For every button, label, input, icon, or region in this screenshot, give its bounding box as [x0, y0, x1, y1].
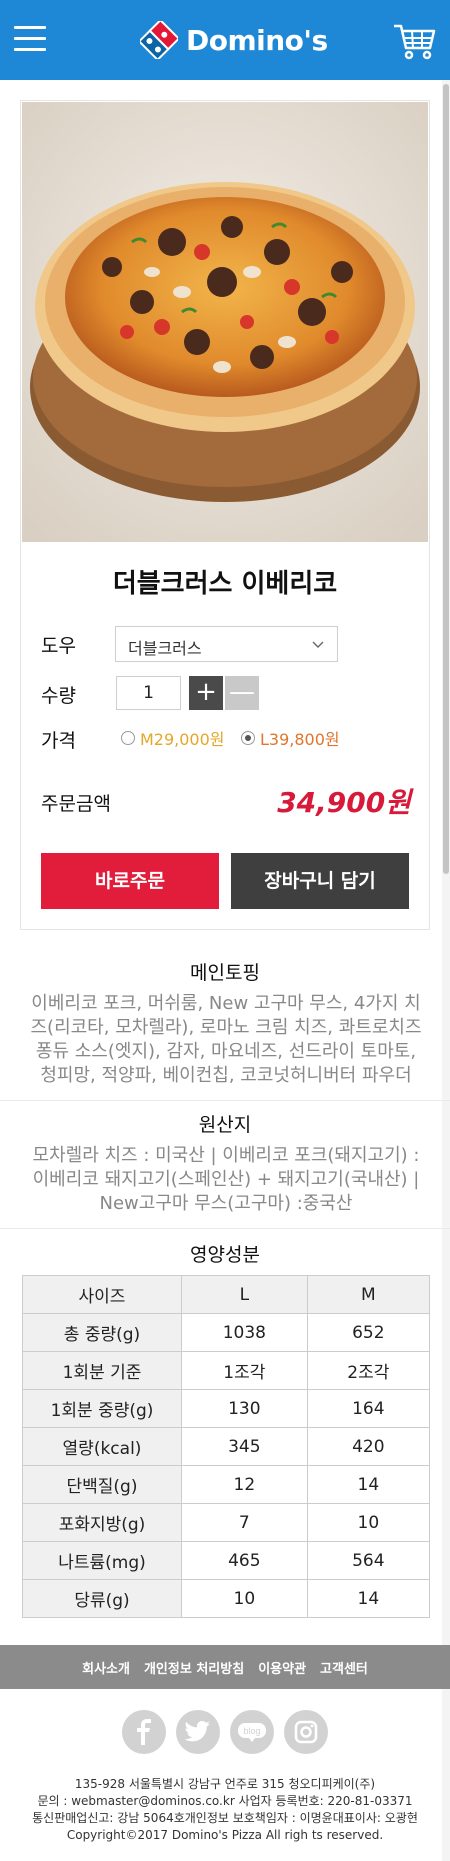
table-header-cell: M: [306, 1275, 431, 1314]
dough-select[interactable]: 더블크러스: [115, 626, 338, 662]
table-row: 나트륨(mg) 465 564: [22, 1541, 431, 1580]
value-cell-l: 465: [181, 1541, 308, 1580]
blog-label: blog: [243, 1726, 260, 1736]
quantity-plus-button[interactable]: +: [189, 676, 223, 710]
footer-link-support[interactable]: 고객센터: [320, 1658, 368, 1677]
twitter-icon[interactable]: [176, 1710, 220, 1754]
product-card: 더블크러스 이베리코 도우 더블크러스 수량 1 + — 가격 M29,000원…: [20, 100, 430, 930]
price-option-l[interactable]: L39,800원: [241, 726, 340, 750]
section-divider: [0, 1100, 450, 1101]
value-cell-m: 164: [306, 1389, 431, 1428]
social-links: blog: [0, 1710, 450, 1754]
nutrition-table: 사이즈 L M 총 중량(g) 1038 652 1회분 기준 1조각 2조각 …: [22, 1275, 431, 1618]
origin-line: New고구마 무스(고구마) :중국산: [99, 1193, 353, 1214]
value-cell-l: 1038: [181, 1313, 308, 1352]
main-topping-line: 청피망, 적양파, 베이컨칩, 코코넛허니버터 파우더: [40, 1065, 412, 1086]
value-cell-m: 564: [306, 1541, 431, 1580]
domino-tile-icon: [140, 21, 178, 59]
origin-line: 이베리코 돼지고기(스페인산) + 돼지고기(국내산) |: [32, 1169, 420, 1190]
value-cell-m: 420: [306, 1427, 431, 1466]
company-registration: 통신판매업신고: 강남 5064호개인정보 보호책임자 : 이명윤대표이사: 오…: [32, 1811, 418, 1825]
price-label: 가격: [41, 730, 76, 752]
row-label-cell: 1회분 기준: [22, 1351, 182, 1390]
main-topping-line: 퐁듀 소스(엣지), 감자, 마요네즈, 선드라이 토마토,: [35, 1041, 417, 1062]
table-row: 포화지방(g) 7 10: [22, 1503, 431, 1542]
value-cell-m: 14: [306, 1465, 431, 1504]
value-cell-m: 652: [306, 1313, 431, 1352]
company-info: 135-928 서울특별시 강남구 언주로 315 청오디피케이(주) 문의 :…: [0, 1776, 450, 1844]
app-header: Domino's: [0, 0, 450, 80]
table-header-cell: 사이즈: [22, 1275, 182, 1314]
row-label-cell: 나트륨(mg): [22, 1541, 182, 1580]
copyright: Copyright©2017 Domino's Pizza All righ t…: [66, 1828, 384, 1842]
dough-label: 도우: [41, 635, 76, 657]
scrollbar-thumb[interactable]: [443, 84, 449, 874]
price-option-m-text: M29,000원: [140, 730, 225, 749]
origin-title: 원산지: [198, 1114, 252, 1136]
price-option-l-text: L39,800원: [260, 730, 340, 749]
row-label-cell: 포화지방(g): [22, 1503, 182, 1542]
value-cell-l: 345: [181, 1427, 308, 1466]
value-cell-l: 130: [181, 1389, 308, 1428]
main-topping-line: 이베리코 포크, 머쉬룸, New 고구마 무스, 4가지 치: [31, 993, 421, 1014]
origin-line: 모차렐라 치즈 : 미국산 | 이베리코 포크(돼지고기) :: [32, 1145, 420, 1166]
blog-icon[interactable]: blog: [230, 1710, 274, 1754]
value-cell-m: 10: [306, 1503, 431, 1542]
add-to-cart-button[interactable]: 장바구니 담기: [231, 853, 409, 909]
radio-l[interactable]: [241, 731, 255, 745]
table-header-row: 사이즈 L M: [22, 1275, 431, 1314]
value-cell-m: 2조각: [306, 1351, 431, 1390]
section-divider: [0, 1228, 450, 1229]
price-option-m[interactable]: M29,000원: [121, 726, 225, 750]
value-cell-l: 12: [181, 1465, 308, 1504]
pizza-photo: [22, 102, 428, 542]
quantity-input[interactable]: 1: [116, 676, 181, 710]
footer-link-terms[interactable]: 이용약관: [258, 1658, 306, 1677]
main-topping-title: 메인토핑: [190, 962, 260, 984]
footer-link-privacy[interactable]: 개인정보 처리방침: [144, 1658, 244, 1677]
table-row: 1회분 기준 1조각 2조각: [22, 1351, 431, 1390]
row-label-cell: 총 중량(g): [22, 1313, 182, 1352]
row-label-cell: 당류(g): [22, 1579, 182, 1618]
quantity-label: 수량: [41, 685, 76, 707]
footer-links-bar: 회사소개 개인정보 처리방침 이용약관 고객센터: [0, 1645, 450, 1689]
total-value: 34,900원: [277, 786, 411, 819]
facebook-icon[interactable]: [122, 1710, 166, 1754]
brand-name: Domino's: [186, 23, 328, 57]
quantity-minus-button[interactable]: —: [225, 676, 259, 710]
dough-selected-value: 더블크러스: [128, 639, 202, 658]
company-address: 135-928 서울특별시 강남구 언주로 315 청오디피케이(주): [74, 1777, 376, 1791]
hamburger-menu-icon[interactable]: [14, 26, 46, 52]
table-row: 총 중량(g) 1038 652: [22, 1313, 431, 1352]
main-topping-text: 이베리코 포크, 머쉬룸, New 고구마 무스, 4가지 치 즈(리코타, 모…: [26, 992, 426, 1088]
table-row: 당류(g) 10 14: [22, 1579, 431, 1618]
value-cell-m: 14: [306, 1579, 431, 1618]
row-label-cell: 단백질(g): [22, 1465, 182, 1504]
radio-m[interactable]: [121, 731, 135, 745]
row-label-cell: 열량(kcal): [22, 1427, 182, 1466]
value-cell-l: 10: [181, 1579, 308, 1618]
value-cell-l: 1조각: [181, 1351, 308, 1390]
row-label-cell: 1회분 중량(g): [22, 1389, 182, 1428]
company-contact: 문의 : webmaster@dominos.co.kr 사업자 등록번호: 2…: [37, 1794, 413, 1808]
origin-text: 모차렐라 치즈 : 미국산 | 이베리코 포크(돼지고기) : 이베리코 돼지고…: [26, 1144, 426, 1216]
table-header-cell: L: [181, 1275, 308, 1314]
product-title: 더블크러스 이베리코: [112, 569, 338, 599]
table-row: 1회분 중량(g) 130 164: [22, 1389, 431, 1428]
order-now-button[interactable]: 바로주문: [41, 853, 219, 909]
table-row: 열량(kcal) 345 420: [22, 1427, 431, 1466]
total-label: 주문금액: [41, 793, 111, 815]
main-topping-line: 즈(리코타, 모차렐라), 로마노 크림 치즈, 콰트로치즈: [30, 1017, 422, 1038]
table-row: 단백질(g) 12 14: [22, 1465, 431, 1504]
nutrition-title: 영양성분: [190, 1244, 260, 1266]
shopping-cart-icon[interactable]: [392, 20, 436, 62]
dominos-logo[interactable]: Domino's: [140, 12, 328, 68]
value-cell-l: 7: [181, 1503, 308, 1542]
instagram-icon[interactable]: [284, 1710, 328, 1754]
footer-link-company[interactable]: 회사소개: [82, 1658, 130, 1677]
chevron-down-icon: [312, 641, 324, 648]
